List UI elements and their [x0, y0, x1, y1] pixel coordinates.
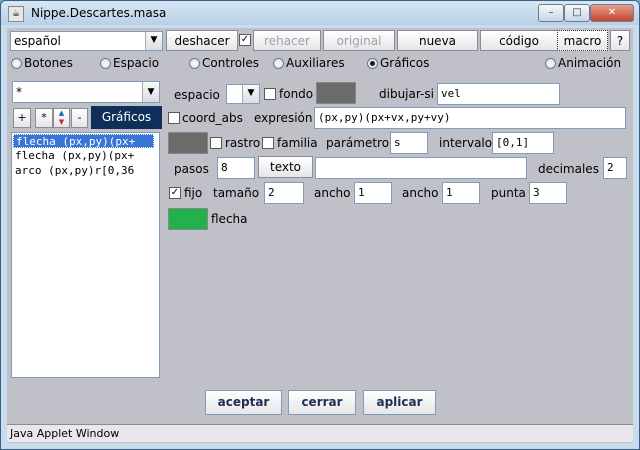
ancho-label: ancho: [402, 186, 439, 200]
list-item[interactable]: flecha (px,py)(px+: [13, 134, 154, 148]
tab-botones-radio[interactable]: [11, 58, 22, 69]
tamano-label: tamaño: [213, 186, 260, 200]
decimales-input[interactable]: 2: [603, 157, 627, 179]
add-button[interactable]: +: [13, 108, 31, 128]
ancho-label: ancho: [314, 186, 351, 200]
chevron-down-icon: ▼: [145, 32, 162, 50]
tab-controles[interactable]: Controles: [202, 55, 259, 71]
list-item[interactable]: flecha (px,py)(px+: [13, 149, 154, 163]
intervalo-label: intervalo: [439, 136, 493, 150]
filter-dropdown[interactable]: * ▼: [12, 81, 160, 103]
help-button[interactable]: ?: [610, 30, 630, 51]
arrow-down-icon[interactable]: ▼: [54, 118, 69, 127]
close-button[interactable]: cerrar: [288, 390, 356, 415]
rastro-color-swatch[interactable]: [168, 132, 208, 154]
close-icon[interactable]: ✕: [590, 4, 634, 22]
new-button[interactable]: nueva: [397, 30, 478, 51]
arrow-up-icon[interactable]: ▲: [54, 109, 69, 118]
texto-button[interactable]: texto: [258, 156, 313, 178]
tab-controles-radio[interactable]: [189, 58, 200, 69]
applet-client-area: español ▼ deshacer ✓ rehacer original nu…: [7, 28, 633, 443]
check-icon: ✓: [170, 187, 180, 198]
fijo-checkbox[interactable]: ✓: [169, 187, 181, 199]
decimales-label: decimales: [538, 162, 599, 176]
tamano-input[interactable]: 2: [264, 182, 304, 204]
undo-button[interactable]: deshacer: [166, 30, 238, 51]
window-title: Nippe.Descartes.masa: [31, 6, 167, 20]
accept-button[interactable]: aceptar: [205, 390, 282, 415]
pasos-input[interactable]: 8: [217, 157, 255, 179]
status-bar: Java Applet Window: [7, 424, 633, 442]
space-label: espacio: [174, 88, 220, 102]
tab-graficos[interactable]: Gráficos: [380, 55, 429, 71]
star-button[interactable]: *: [35, 108, 53, 128]
flecha-color-swatch[interactable]: [168, 208, 208, 230]
rastro-checkbox[interactable]: [210, 137, 222, 149]
filter-value: *: [16, 85, 22, 99]
check-icon: ✓: [240, 34, 250, 45]
dibujar-si-input[interactable]: vel: [437, 83, 560, 105]
chevron-down-icon: ▼: [242, 85, 259, 103]
properties-panel: espacio ▼ fondo dibujar-si vel coord_abs…: [164, 74, 631, 382]
ancho-input[interactable]: 1: [354, 182, 392, 204]
list-item[interactable]: arco (px,py)r[0,36: [13, 164, 154, 178]
space-dropdown[interactable]: ▼: [226, 84, 260, 104]
remove-button[interactable]: -: [71, 108, 88, 128]
left-panel: * ▼ + * ▲ ▼ - Gráficos flecha (px,py)(px…: [9, 74, 164, 382]
tab-auxiliares-radio[interactable]: [273, 58, 284, 69]
fondo-checkbox[interactable]: [264, 88, 276, 100]
tab-espacio-radio[interactable]: [100, 58, 111, 69]
expresion-label: expresión: [254, 111, 313, 125]
tab-animacion[interactable]: Animación: [558, 55, 621, 71]
apply-button[interactable]: aplicar: [363, 390, 436, 415]
punta-label: punta: [491, 186, 526, 200]
ancho-input[interactable]: 1: [442, 182, 480, 204]
redo-button[interactable]: rehacer: [253, 30, 321, 51]
fondo-color-swatch[interactable]: [316, 82, 356, 104]
familia-checkbox[interactable]: [262, 137, 274, 149]
familia-label: familia: [277, 136, 318, 150]
parametro-input[interactable]: s: [390, 132, 428, 154]
graphics-list[interactable]: flecha (px,py)(px+ flecha (px,py)(px+ ar…: [11, 132, 160, 378]
original-button[interactable]: original: [323, 30, 395, 51]
undo-checkbox[interactable]: ✓: [239, 34, 251, 46]
tab-auxiliares[interactable]: Auxiliares: [286, 55, 345, 71]
texto-input[interactable]: [315, 157, 527, 179]
pasos-label: pasos: [174, 162, 209, 176]
code-button[interactable]: código: [480, 30, 558, 51]
minimize-icon[interactable]: –: [538, 4, 564, 22]
section-title: Gráficos: [91, 106, 162, 129]
parametro-label: parámetro: [326, 136, 390, 150]
fijo-label: fijo: [184, 186, 203, 200]
java-app-icon: ☕: [8, 6, 24, 22]
flecha-label: flecha: [211, 212, 248, 226]
coord-abs-label: coord_abs: [182, 111, 243, 125]
chevron-down-icon: ▼: [142, 82, 159, 102]
title-bar: ☕ Nippe.Descartes.masa – □ ✕: [1, 1, 639, 25]
tab-espacio[interactable]: Espacio: [113, 55, 159, 71]
tab-botones[interactable]: Botones: [24, 55, 73, 71]
language-value: español: [14, 34, 61, 48]
language-dropdown[interactable]: español ▼: [10, 31, 163, 51]
expresion-input[interactable]: (px,py)(px+vx,py+vy): [314, 107, 626, 129]
punta-input[interactable]: 3: [529, 182, 567, 204]
tab-graficos-radio[interactable]: [367, 58, 378, 69]
intervalo-input[interactable]: [0,1]: [492, 132, 554, 154]
macro-button[interactable]: macro: [557, 30, 608, 51]
maximize-icon[interactable]: □: [564, 4, 590, 22]
dibujar-si-label: dibujar-si: [379, 87, 434, 101]
application-window: ☕ Nippe.Descartes.masa – □ ✕ español ▼ d…: [0, 0, 640, 450]
tab-animacion-radio[interactable]: [545, 58, 556, 69]
rastro-label: rastro: [225, 136, 261, 150]
coord-abs-checkbox[interactable]: [168, 112, 180, 124]
fondo-label: fondo: [279, 87, 314, 101]
move-button[interactable]: ▲ ▼: [53, 108, 70, 128]
